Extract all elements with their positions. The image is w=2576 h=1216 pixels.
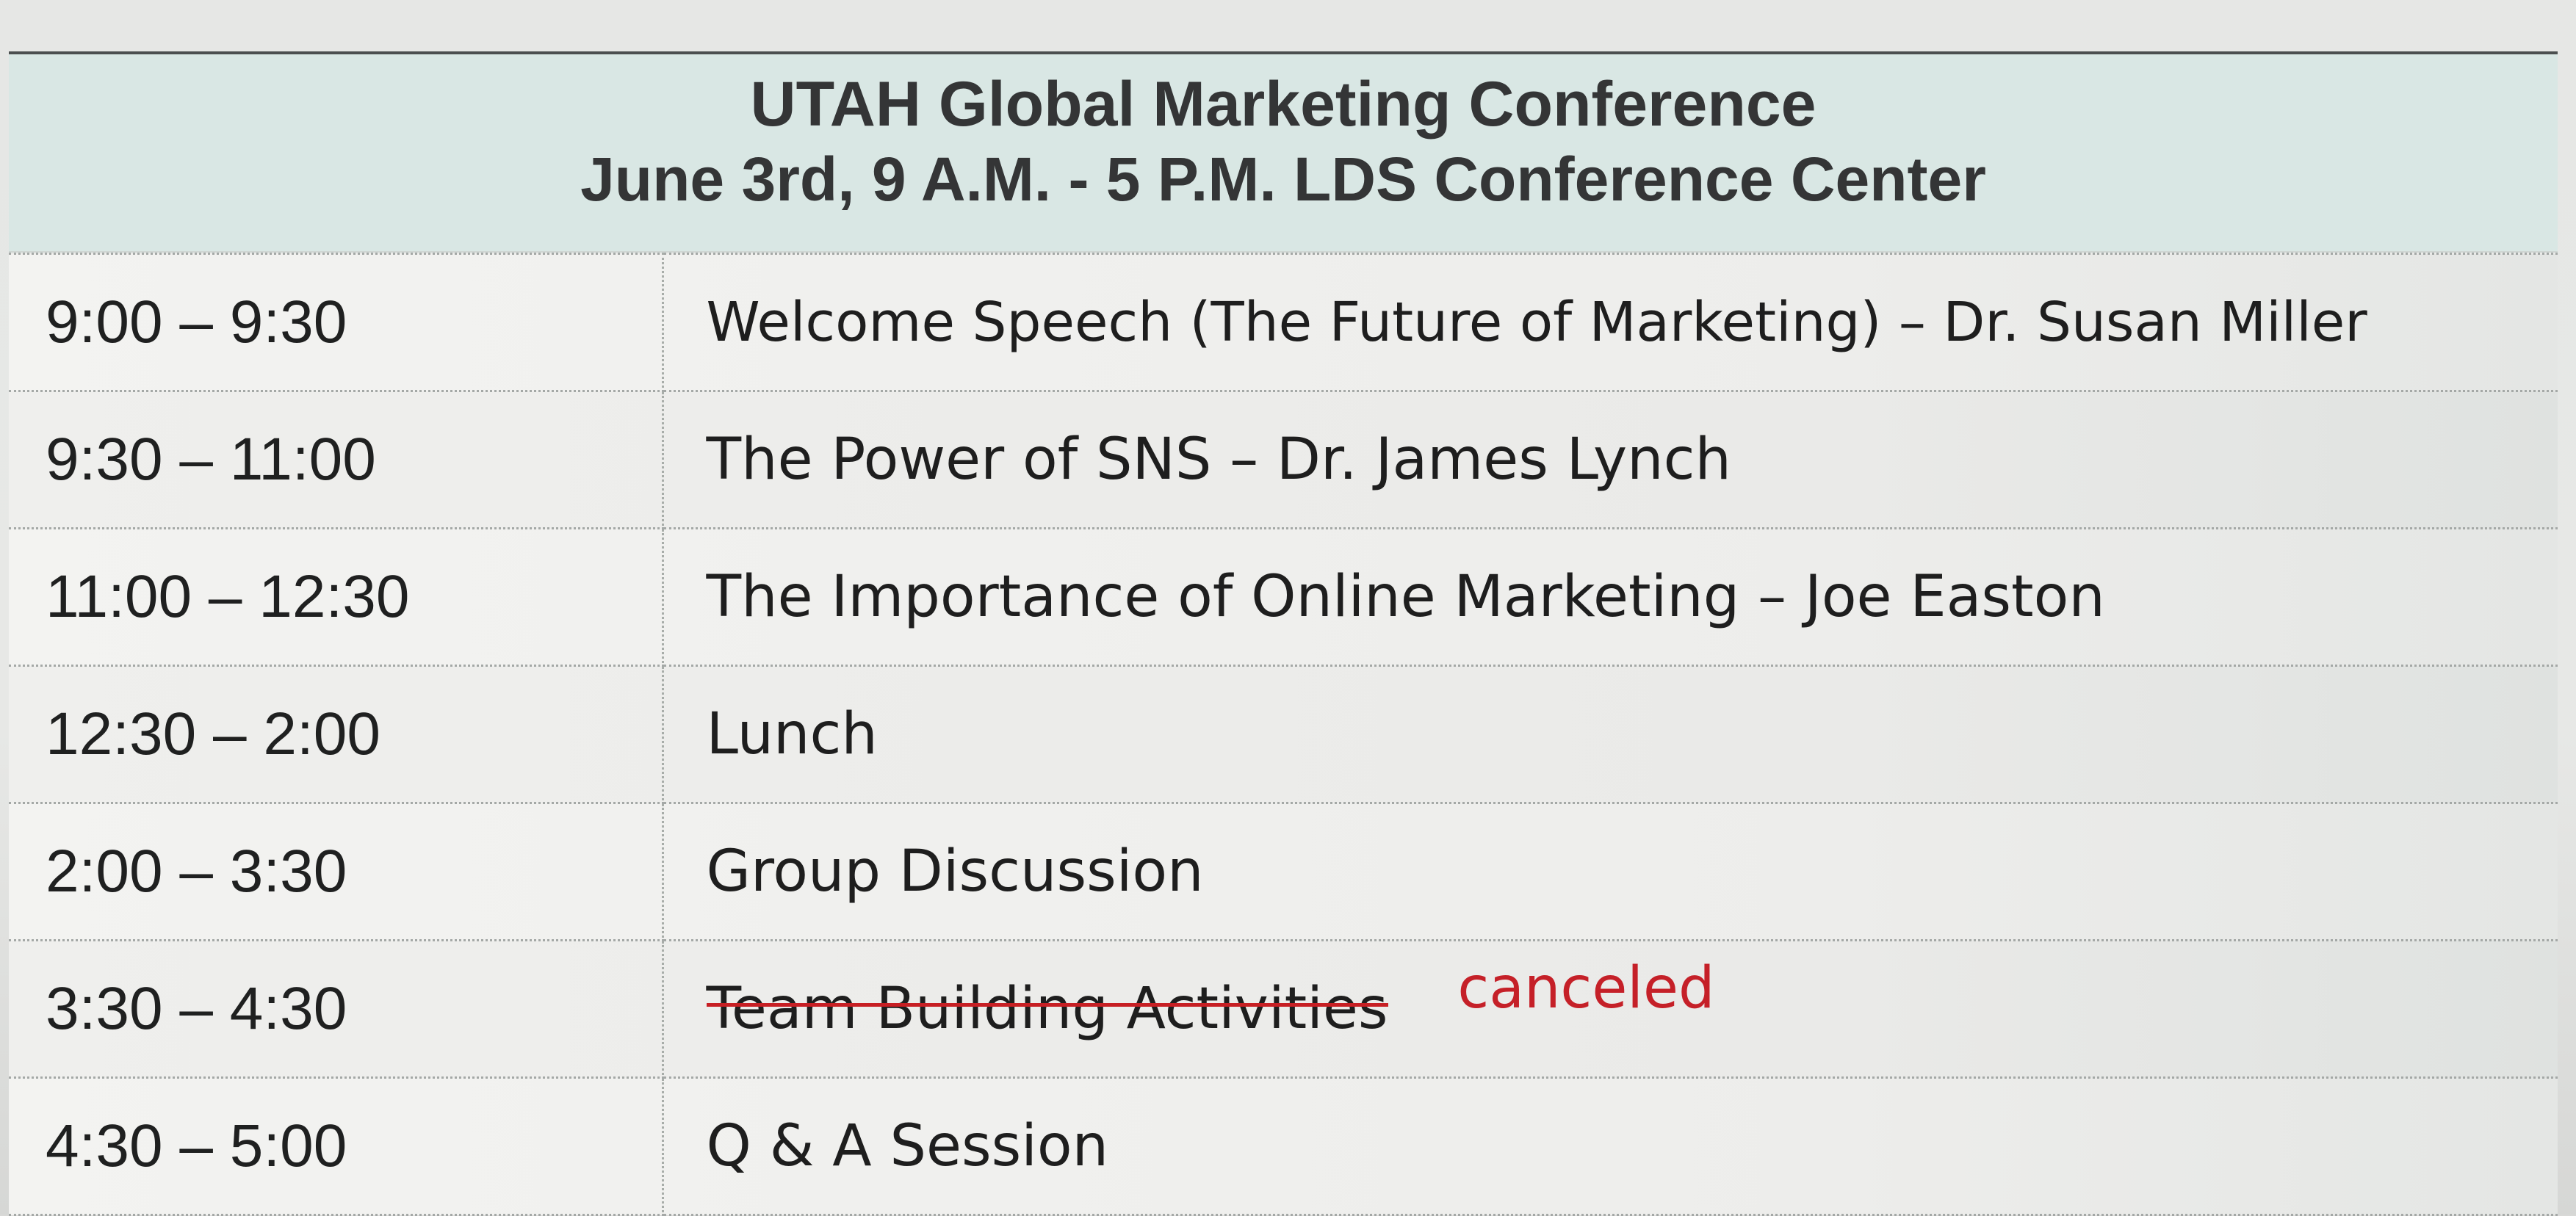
- event-cell-canceled: Team Building Activities canceled: [663, 939, 2558, 1079]
- canceled-label: canceled: [1457, 955, 1715, 1021]
- event-cell: Welcome Speech (The Future of Marketing)…: [663, 253, 2558, 392]
- conference-date-location: June 3rd, 9 A.M. - 5 P.M. LDS Conference…: [580, 144, 1986, 214]
- schedule-header: UTAH Global Marketing Conference June 3r…: [9, 54, 2558, 253]
- event-cell: Q & A Session: [663, 1076, 2558, 1216]
- event-cell: Lunch: [663, 665, 2558, 804]
- event-cell: The Power of SNS – Dr. James Lynch: [663, 390, 2558, 529]
- schedule-row: 2:00 – 3:30 Group Discussion: [9, 802, 2558, 941]
- schedule-row: 9:00 – 9:30 Welcome Speech (The Future o…: [9, 253, 2558, 392]
- schedule-row: 9:30 – 11:00 The Power of SNS – Dr. Jame…: [9, 390, 2558, 529]
- schedule-row-canceled: 3:30 – 4:30 Team Building Activities can…: [9, 939, 2558, 1079]
- time-cell: 12:30 – 2:00: [9, 665, 664, 804]
- schedule-table: 9:00 – 9:30 Welcome Speech (The Future o…: [9, 253, 2558, 1216]
- time-cell: 11:00 – 12:30: [9, 527, 664, 667]
- schedule-row: 4:30 – 5:00 Q & A Session: [9, 1076, 2558, 1216]
- schedule-row: 12:30 – 2:00 Lunch: [9, 665, 2558, 804]
- time-cell: 3:30 – 4:30: [9, 939, 664, 1079]
- event-cell: Group Discussion: [663, 802, 2558, 941]
- event-cell: The Importance of Online Marketing – Joe…: [663, 527, 2558, 667]
- time-cell: 9:30 – 11:00: [9, 390, 664, 529]
- schedule-page: UTAH Global Marketing Conference June 3r…: [0, 0, 2576, 1216]
- schedule-row: 11:00 – 12:30 The Importance of Online M…: [9, 527, 2558, 667]
- time-cell: 9:00 – 9:30: [9, 253, 664, 392]
- time-cell: 4:30 – 5:00: [9, 1076, 664, 1216]
- canceled-event-title: Team Building Activities: [706, 976, 1388, 1042]
- time-cell: 2:00 – 3:30: [9, 802, 664, 941]
- conference-schedule: UTAH Global Marketing Conference June 3r…: [9, 51, 2558, 1216]
- conference-title: UTAH Global Marketing Conference: [750, 69, 1816, 140]
